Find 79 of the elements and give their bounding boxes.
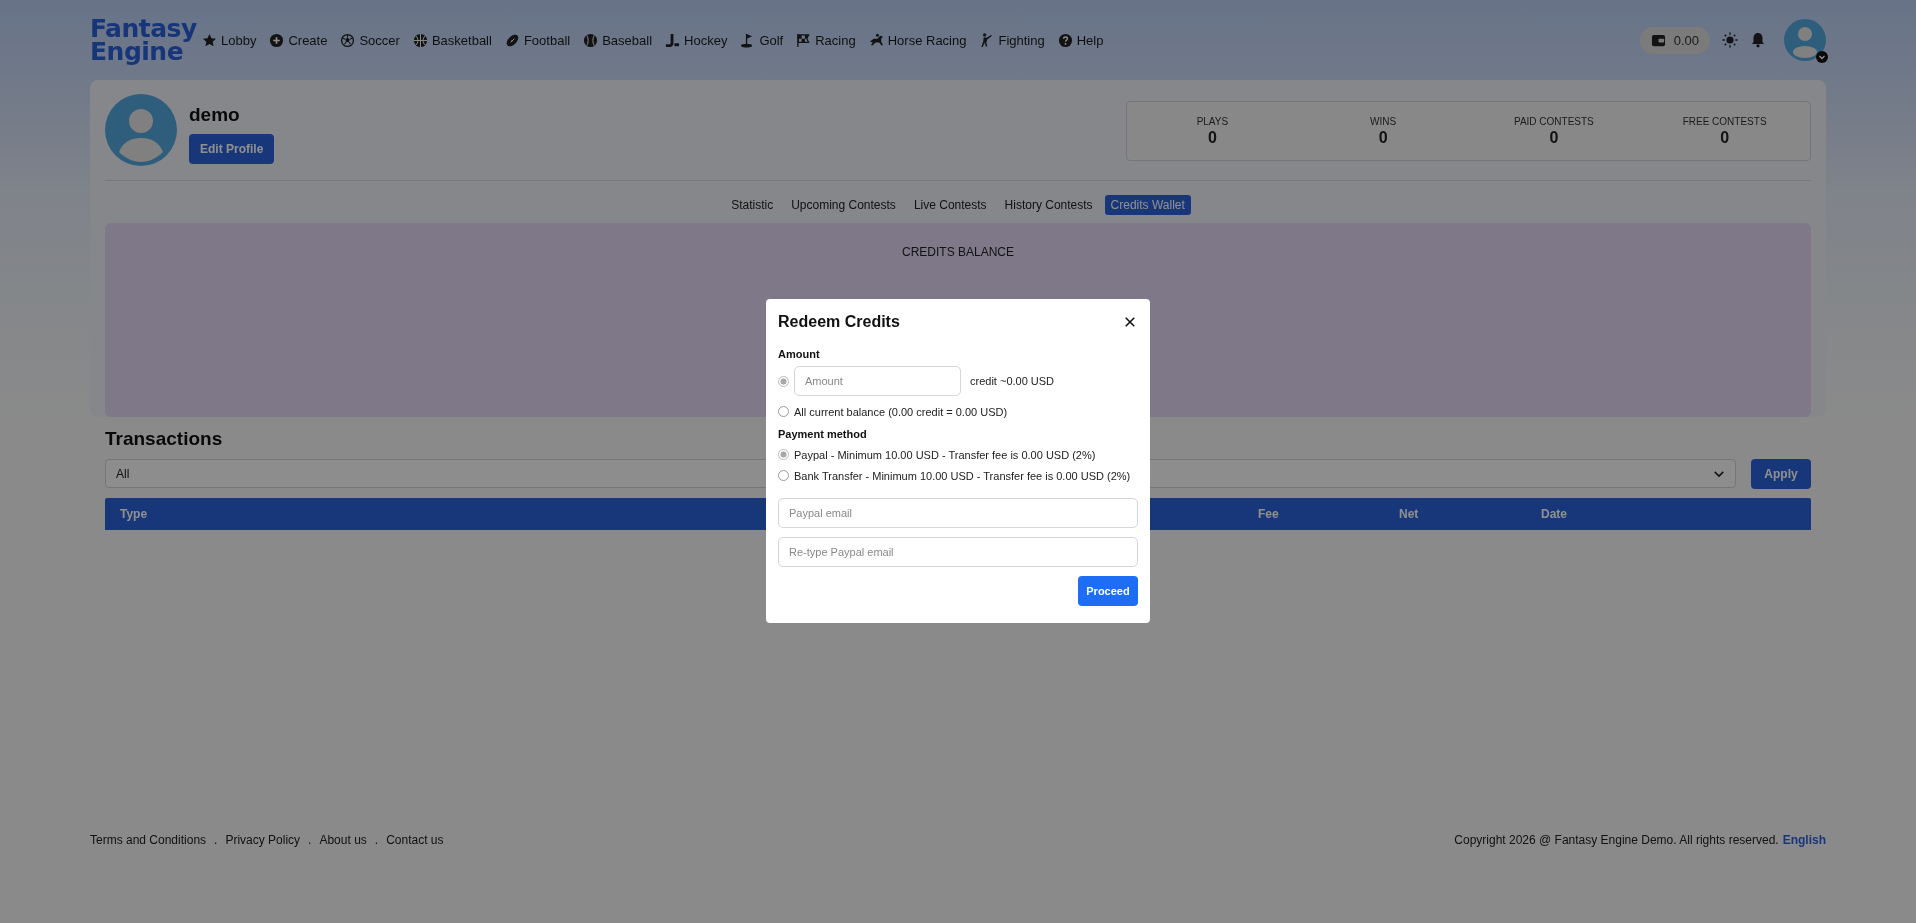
amount-input[interactable]: Amount bbox=[794, 366, 961, 396]
tab[interactable]: History Contests bbox=[998, 195, 1099, 215]
separator-dot: . bbox=[308, 833, 312, 847]
nav-link[interactable]: Hockey bbox=[665, 32, 728, 48]
wallet-icon bbox=[1650, 32, 1666, 48]
help-icon bbox=[1057, 32, 1073, 48]
language-link[interactable]: English bbox=[1782, 833, 1826, 847]
radio-button[interactable] bbox=[778, 470, 789, 481]
footer-link[interactable]: About us bbox=[319, 833, 367, 847]
horse-rider-icon bbox=[868, 32, 884, 48]
footer-link[interactable]: Terms and Conditions bbox=[90, 833, 207, 847]
option-label: Bank Transfer - Minimum 10.00 USD - Transfer fee is 0.00 USD (2%) bbox=[794, 469, 1131, 482]
user-avatar-icon bbox=[105, 94, 177, 166]
separator-dot: . bbox=[374, 833, 379, 847]
bell-icon[interactable] bbox=[1750, 32, 1766, 48]
select-value: All bbox=[116, 466, 130, 481]
stat-label: WINS bbox=[1370, 115, 1397, 127]
nav-link[interactable]: Create bbox=[269, 32, 328, 48]
wallet-balance-button[interactable]: 0.00 bbox=[1639, 26, 1710, 54]
radio-button[interactable] bbox=[778, 406, 789, 417]
separator-dot: . bbox=[214, 833, 218, 847]
option-label: Paypal - Minimum 10.00 USD - Transfer fee is 0.00 USD (2%) bbox=[794, 448, 1096, 461]
column-header: Net bbox=[1399, 507, 1419, 521]
column-header: Date bbox=[1541, 507, 1567, 521]
copyright-text: Copyright 2026 @ Fantasy Engine Demo. All rights reserved. bbox=[1454, 833, 1779, 847]
sun-icon[interactable] bbox=[1722, 32, 1738, 48]
nav-link[interactable]: Football bbox=[504, 32, 571, 48]
proceed-button[interactable]: Proceed bbox=[1078, 576, 1138, 606]
kicking-figure-icon bbox=[979, 32, 995, 48]
plus-circle-icon bbox=[269, 32, 285, 48]
nav-link[interactable]: Soccer bbox=[340, 32, 400, 48]
conversion-text: credit ~0.00 USD bbox=[970, 375, 1055, 387]
tab[interactable]: Statistic bbox=[725, 195, 780, 215]
edit-profile-button[interactable]: Edit Profile bbox=[189, 134, 275, 164]
tab[interactable]: Live Contests bbox=[907, 195, 993, 215]
chevron-down-icon[interactable] bbox=[1816, 51, 1828, 63]
radio-button[interactable] bbox=[778, 449, 789, 460]
nav-link[interactable]: Fighting bbox=[979, 32, 1045, 48]
logo[interactable]: Fantasy Engine bbox=[90, 17, 202, 63]
field-label: Amount bbox=[778, 348, 821, 360]
stat-value: 0 bbox=[1378, 128, 1388, 147]
section-title: Transactions bbox=[105, 428, 223, 450]
stat-value: 0 bbox=[1549, 128, 1559, 147]
stat-label: PLAYS bbox=[1196, 115, 1229, 127]
nav-link[interactable]: Baseball bbox=[583, 32, 653, 48]
star-icon bbox=[202, 32, 217, 48]
footer-link[interactable]: Contact us bbox=[386, 833, 444, 847]
apply-button[interactable]: Apply bbox=[1751, 459, 1811, 489]
field-label: Payment method bbox=[778, 428, 868, 440]
stat-label: FREE CONTESTS bbox=[1682, 115, 1767, 127]
stat-value: 0 bbox=[1720, 128, 1730, 147]
stat-label: PAID CONTESTS bbox=[1513, 115, 1594, 127]
modal-title: Redeem Credits bbox=[778, 313, 900, 331]
radio-button[interactable] bbox=[778, 375, 789, 387]
option-label: All current balance (0.00 credit = 0.00 USD) bbox=[794, 405, 1008, 418]
checkered-flag-icon bbox=[796, 32, 812, 48]
close-icon[interactable] bbox=[1124, 316, 1136, 328]
balance-title: CREDITS BALANCE bbox=[902, 245, 1014, 259]
tab[interactable]: Upcoming Contests bbox=[785, 195, 902, 215]
email-input[interactable]: Paypal email bbox=[778, 498, 1138, 528]
email-input[interactable]: Re-type Paypal email bbox=[778, 537, 1138, 567]
hockey-stick-icon bbox=[665, 32, 681, 48]
tab[interactable]: Credits Wallet bbox=[1104, 195, 1191, 215]
nav-link[interactable]: Lobby bbox=[202, 32, 257, 48]
basketball-icon bbox=[412, 32, 428, 48]
football-icon bbox=[504, 32, 520, 48]
nav-link[interactable]: Racing bbox=[796, 32, 856, 48]
nav-link[interactable]: Basketball bbox=[412, 32, 492, 48]
username: demo bbox=[189, 104, 240, 126]
baseball-icon bbox=[583, 32, 599, 48]
soccer-ball-icon bbox=[340, 32, 356, 48]
nav-link[interactable]: Help bbox=[1057, 32, 1104, 48]
column-header: Fee bbox=[1258, 507, 1279, 521]
avatar-icon[interactable] bbox=[1784, 19, 1826, 61]
column-header: Type bbox=[120, 507, 148, 521]
stat-value: 0 bbox=[1207, 128, 1217, 147]
footer-link[interactable]: Privacy Policy bbox=[225, 833, 301, 847]
nav-link[interactable]: Golf bbox=[740, 32, 784, 48]
nav-link[interactable]: Horse Racing bbox=[868, 32, 967, 48]
